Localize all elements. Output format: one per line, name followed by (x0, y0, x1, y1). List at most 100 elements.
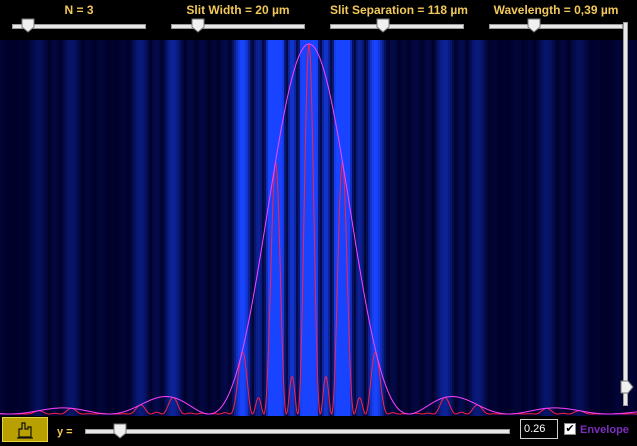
pattern-band (78, 40, 80, 416)
pattern-band (58, 40, 60, 416)
pattern-band (92, 40, 94, 416)
pattern-band (124, 40, 126, 416)
vertical-slider-thumb[interactable] (620, 380, 634, 394)
pattern-band (106, 40, 108, 416)
pattern-band (384, 40, 386, 416)
pattern-band (326, 40, 328, 416)
pattern-band (574, 40, 576, 416)
pattern-band (426, 40, 428, 416)
pattern-band (138, 40, 140, 416)
pattern-band (506, 40, 508, 416)
wavelength-slider[interactable]: Wavelength = 0,39 µm (489, 0, 623, 40)
pattern-band (414, 40, 416, 416)
pattern-band (168, 40, 170, 416)
pattern-band (140, 40, 142, 416)
pattern-band (190, 40, 192, 416)
pattern-band (62, 40, 64, 416)
pattern-band (12, 40, 14, 416)
pattern-band (180, 40, 182, 416)
pattern-band (398, 40, 400, 416)
pattern-band (472, 40, 474, 416)
pattern-band (432, 40, 434, 416)
pattern-band (88, 40, 90, 416)
pattern-band (460, 40, 462, 416)
pattern-band (556, 40, 558, 416)
reset-button[interactable] (2, 417, 48, 442)
pattern-band (158, 40, 160, 416)
pattern-band (436, 40, 438, 416)
slit-width-slider[interactable]: Slit Width = 20 µm (171, 0, 305, 40)
pattern-band (512, 40, 514, 416)
pattern-band (288, 40, 290, 416)
pattern-band (96, 40, 98, 416)
slit-separation-slider[interactable]: Slit Separation = 118 µm (330, 0, 468, 40)
pattern-band (602, 40, 604, 416)
pattern-band (290, 40, 292, 416)
pattern-band (424, 40, 426, 416)
pattern-band (172, 40, 174, 416)
pattern-band (508, 40, 510, 416)
vertical-slider[interactable] (620, 22, 634, 406)
y-slider-track[interactable] (85, 429, 510, 434)
pattern-band (536, 40, 538, 416)
pattern-band (568, 40, 570, 416)
pattern-band (66, 40, 68, 416)
pattern-band (84, 40, 86, 416)
pattern-band (40, 40, 42, 416)
pattern-band (176, 40, 178, 416)
pattern-band (532, 40, 534, 416)
pattern-band (570, 40, 572, 416)
pattern-band (202, 40, 204, 416)
pattern-band (494, 40, 496, 416)
pattern-band (322, 40, 324, 416)
envelope-checkbox[interactable]: ✔ (564, 423, 576, 435)
pattern-band (2, 40, 4, 416)
pattern-band (220, 40, 222, 416)
pattern-band (18, 40, 20, 416)
n-slider-thumb[interactable] (21, 18, 35, 33)
pattern-band (248, 40, 250, 416)
pattern-band (98, 40, 100, 416)
pattern-band (562, 40, 564, 416)
pattern-band (396, 40, 398, 416)
wavelength-slider-track[interactable] (489, 24, 623, 29)
slit-separation-slider-track[interactable] (330, 24, 464, 29)
pattern-band (438, 40, 440, 416)
n-slider[interactable]: N = 3 (12, 0, 146, 40)
pattern-band (42, 40, 44, 416)
pattern-band (276, 40, 278, 416)
pattern-band (20, 40, 22, 416)
pattern-band (14, 40, 16, 416)
pattern-band (524, 40, 526, 416)
pattern-band (56, 40, 58, 416)
pattern-band (402, 40, 404, 416)
pattern-band (206, 40, 208, 416)
pattern-band (488, 40, 490, 416)
pattern-band (400, 40, 402, 416)
pattern-band (604, 40, 606, 416)
pattern-band (72, 40, 74, 416)
wavelength-slider-label: Wavelength = 0,39 µm (493, 3, 619, 17)
vertical-slider-track[interactable] (623, 22, 628, 406)
pattern-band (116, 40, 118, 416)
y-slider-thumb[interactable] (113, 423, 127, 439)
pattern-band (616, 40, 618, 416)
pattern-band (150, 40, 152, 416)
wavelength-slider-thumb[interactable] (527, 18, 541, 33)
slit-width-slider-thumb[interactable] (191, 18, 205, 33)
pattern-band (112, 40, 114, 416)
pattern-band (16, 40, 18, 416)
pattern-band (412, 40, 414, 416)
pattern-band (148, 40, 150, 416)
pattern-band (44, 40, 46, 416)
slit-separation-slider-thumb[interactable] (376, 18, 390, 33)
pattern-band (466, 40, 468, 416)
pattern-band (320, 40, 322, 416)
pattern-band (392, 40, 394, 416)
pattern-band (544, 40, 546, 416)
pattern-band (232, 40, 234, 416)
y-value-field[interactable]: 0.26 (520, 419, 558, 439)
pattern-band (542, 40, 544, 416)
pattern-band (80, 40, 82, 416)
pattern-band (596, 40, 598, 416)
